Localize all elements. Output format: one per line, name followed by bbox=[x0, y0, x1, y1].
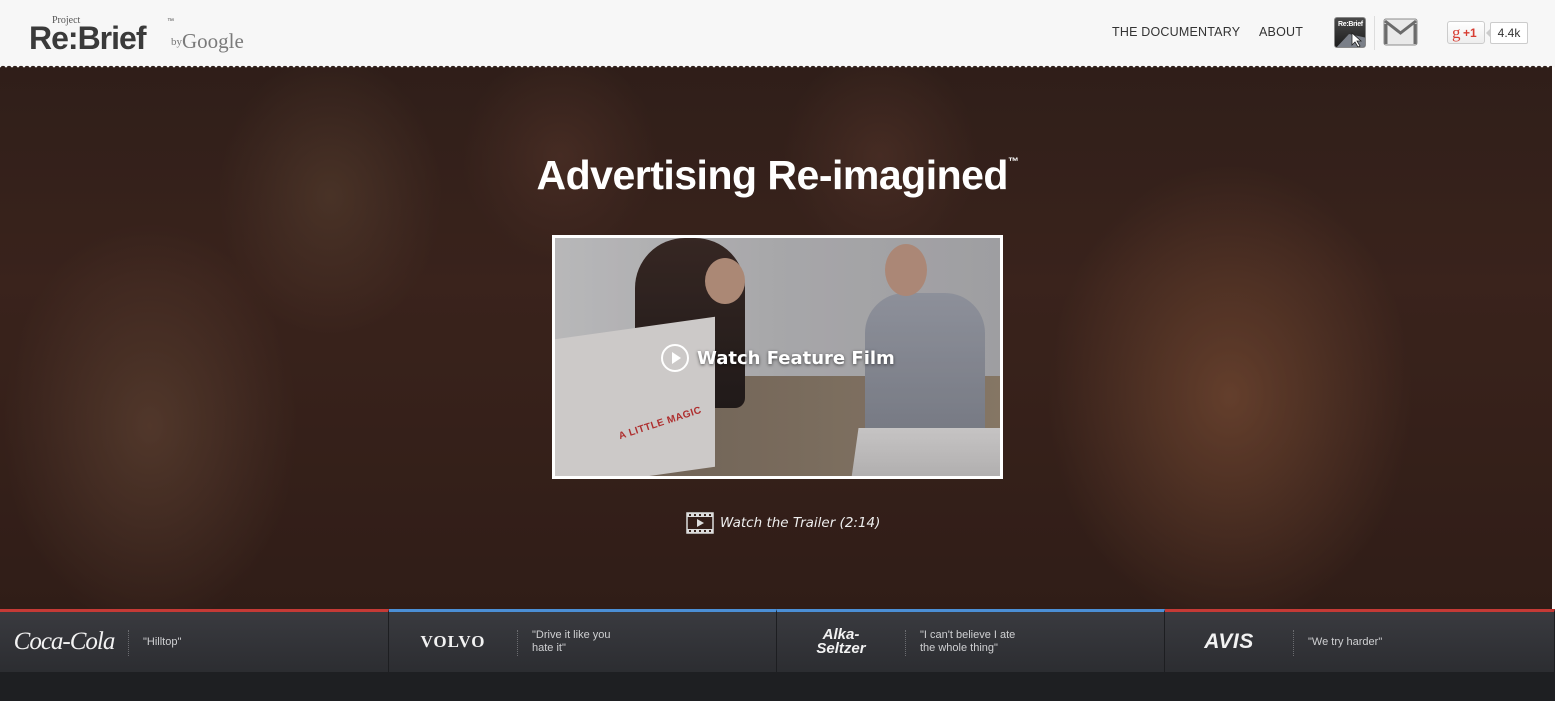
nav-about[interactable]: ABOUT bbox=[1259, 25, 1303, 39]
campaign-quote-text: "We try harder" bbox=[1308, 635, 1383, 648]
hero-section: Advertising Re-imagined™ A LITTLE MAGIC … bbox=[0, 66, 1555, 609]
hero-headline: Advertising Re-imagined™ bbox=[0, 152, 1555, 199]
campaign-quote-text: "Hilltop" bbox=[143, 635, 182, 648]
plus-one-label: +1 bbox=[1463, 26, 1477, 40]
alka-seltzer-logo: Alka- Seltzer bbox=[777, 612, 905, 672]
watch-feature-film-button[interactable]: Watch Feature Film bbox=[661, 344, 895, 372]
campaign-quote: "We try harder" bbox=[1308, 612, 1508, 672]
headline-trademark: ™ bbox=[1007, 156, 1019, 168]
volvo-logo: VOLVO bbox=[420, 632, 486, 651]
app-icon-label: Re:Brief bbox=[1338, 21, 1363, 28]
nav-the-documentary[interactable]: THE DOCUMENTARY bbox=[1112, 25, 1240, 39]
card-separator bbox=[1293, 630, 1294, 656]
header-zigzag-edge bbox=[0, 64, 1555, 70]
watch-trailer-link[interactable]: Watch the Trailer (2:14) bbox=[686, 512, 880, 534]
site-header: Project Re:Brief ™ by Google THE DOCUMEN… bbox=[0, 0, 1555, 66]
plus-one-count: 4.4k bbox=[1486, 22, 1528, 44]
cursor-icon bbox=[1336, 32, 1365, 47]
campaign-quote-text: "Drive it like you hate it" bbox=[532, 629, 611, 654]
play-circle-icon bbox=[661, 344, 689, 372]
campaign-strip: Coca-Cola "Hilltop" VOLVO "Drive it like… bbox=[0, 609, 1555, 672]
gmail-icon[interactable] bbox=[1383, 18, 1418, 46]
watch-feature-film-label: Watch Feature Film bbox=[697, 347, 895, 369]
google-plus-one-button[interactable]: g +1 bbox=[1447, 21, 1485, 44]
logo-trademark: ™ bbox=[167, 18, 174, 25]
alka-seltzer-logo-line2: Seltzer bbox=[816, 640, 866, 657]
google-g-icon: g bbox=[1452, 23, 1461, 42]
campaign-card-volvo[interactable]: VOLVO "Drive it like you hate it" bbox=[389, 609, 777, 672]
film-strip-icon bbox=[686, 512, 714, 534]
header-divider bbox=[1374, 16, 1375, 50]
campaign-quote: "Hilltop" bbox=[143, 612, 343, 672]
coca-cola-logo: Coca-Cola bbox=[13, 628, 116, 655]
rebrief-app-icon[interactable]: Re:Brief bbox=[1334, 17, 1366, 48]
page-footer bbox=[0, 672, 1555, 701]
campaign-quote: "I can't believe I ate the whole thing" bbox=[920, 612, 1120, 672]
avis-logo: AVIS bbox=[1204, 630, 1254, 653]
watch-trailer-label: Watch the Trailer (2:14) bbox=[720, 515, 881, 531]
card-separator bbox=[128, 630, 129, 656]
feature-film-thumbnail[interactable]: A LITTLE MAGIC Watch Feature Film bbox=[552, 235, 1003, 479]
campaign-card-avis[interactable]: AVIS "We try harder" bbox=[1165, 609, 1555, 672]
logo-title: Re:Brief bbox=[29, 20, 146, 56]
campaign-card-coca-cola[interactable]: Coca-Cola "Hilltop" bbox=[0, 609, 389, 672]
headline-text: Advertising Re-imagined bbox=[536, 152, 1009, 198]
logo-google-text: Google bbox=[182, 29, 244, 53]
campaign-quote-text: "I can't believe I ate the whole thing" bbox=[920, 629, 1016, 654]
campaign-quote: "Drive it like you hate it" bbox=[532, 612, 732, 672]
logo-by-text: by bbox=[171, 36, 182, 48]
card-separator bbox=[517, 630, 518, 656]
card-separator bbox=[905, 630, 906, 656]
campaign-card-alka-seltzer[interactable]: Alka- Seltzer "I can't believe I ate the… bbox=[777, 609, 1165, 672]
